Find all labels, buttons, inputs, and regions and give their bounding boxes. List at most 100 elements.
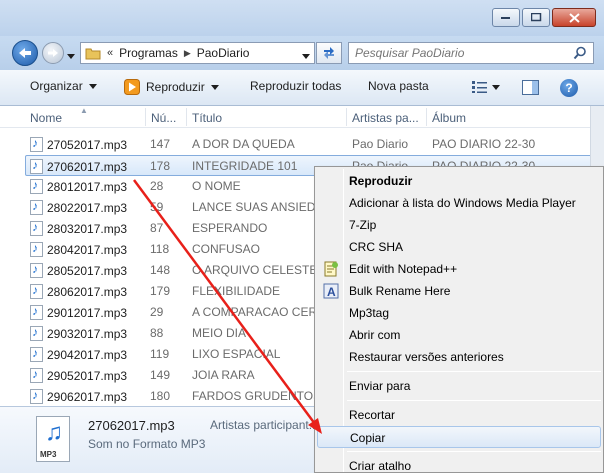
mp3-icon-label: MP3 <box>40 450 57 459</box>
file-number: 88 <box>150 326 164 340</box>
menu-item[interactable]: Criar atalho <box>317 455 601 473</box>
help-button[interactable]: ? <box>560 79 578 97</box>
file-number: 178 <box>150 159 171 173</box>
forward-button[interactable] <box>42 42 64 64</box>
column-name[interactable]: Nome <box>30 111 62 125</box>
minimize-button[interactable] <box>492 8 520 27</box>
search-icon[interactable] <box>573 46 587 60</box>
menu-item[interactable]: Enviar para <box>317 375 601 397</box>
file-number: 148 <box>150 263 171 277</box>
menu-item[interactable]: 7-Zip <box>317 214 601 236</box>
file-title: FARDOS GRUDENTOS <box>192 389 322 403</box>
menu-item-label: CRC SHA <box>349 240 404 254</box>
audio-file-icon <box>30 304 43 320</box>
menu-item-label: Criar atalho <box>349 459 412 473</box>
details-filetype: Som no Formato MP3 <box>88 437 206 451</box>
audio-file-icon <box>30 241 43 257</box>
menu-separator <box>347 371 601 372</box>
file-number: 87 <box>150 221 164 235</box>
search-input[interactable] <box>355 46 565 60</box>
menu-item[interactable]: Adicionar à lista do Windows Media Playe… <box>317 192 601 214</box>
breadcrumb-separator-icon[interactable]: ▶ <box>184 48 191 59</box>
new-folder-button[interactable]: Nova pasta <box>368 79 429 93</box>
file-row[interactable]: 27052017.mp3 147 A DOR DA QUEDA Pao Diario P… <box>26 134 594 155</box>
file-number: 28 <box>150 179 164 193</box>
file-title: A COMPARACAO CERT <box>192 305 325 319</box>
menu-item[interactable]: Edit with Notepad++ <box>317 258 601 280</box>
column-number[interactable]: Nú... <box>151 111 176 125</box>
audio-file-icon <box>30 388 43 404</box>
audio-file-icon <box>30 262 43 278</box>
title-bar <box>0 0 604 36</box>
command-bar: Organizar Reproduzir Reproduzir todas No… <box>0 70 604 106</box>
audio-file-icon <box>30 158 43 174</box>
menu-separator <box>347 451 601 452</box>
back-button[interactable] <box>12 40 38 66</box>
audio-file-icon <box>30 367 43 383</box>
menu-item-label: Abrir com <box>349 328 401 342</box>
file-name: 29032017.mp3 <box>47 326 128 341</box>
menu-item-label: Edit with Notepad++ <box>349 262 458 276</box>
view-details-icon <box>472 81 487 93</box>
file-number: 180 <box>150 389 171 403</box>
address-overflow[interactable]: « <box>107 47 113 59</box>
breadcrumb-paodiario[interactable]: PaoDiario <box>197 46 250 60</box>
menu-item[interactable]: Restaurar versões anteriores <box>317 346 601 368</box>
file-number: 119 <box>150 347 170 361</box>
menu-item-label: Adicionar à lista do Windows Media Playe… <box>349 196 576 210</box>
menu-item-label: Recortar <box>349 408 396 422</box>
file-name: 28052017.mp3 <box>47 263 128 278</box>
column-title[interactable]: Título <box>192 111 222 125</box>
close-button[interactable] <box>552 8 596 27</box>
file-name: 28062017.mp3 <box>47 284 128 299</box>
change-view-button[interactable] <box>472 81 500 93</box>
audio-file-icon <box>30 325 43 341</box>
play-button[interactable]: Reproduzir <box>124 79 219 95</box>
column-album[interactable]: Álbum <box>432 111 466 125</box>
play-all-button[interactable]: Reproduzir todas <box>250 79 341 93</box>
file-name: 29052017.mp3 <box>47 368 128 383</box>
menu-item[interactable]: Abrir com <box>317 324 601 346</box>
file-number: 179 <box>150 284 171 298</box>
file-name: 28032017.mp3 <box>47 221 128 236</box>
column-headers: ▲ Nome Nú... Título Artistas pa... Álbum <box>0 106 604 128</box>
play-label: Reproduzir <box>146 80 205 94</box>
address-bar[interactable]: « Programas ▶ PaoDiario <box>80 42 315 64</box>
search-box[interactable] <box>348 42 594 64</box>
refresh-button[interactable] <box>316 42 342 64</box>
bulk-rename-icon: A <box>323 283 339 299</box>
file-number: 59 <box>150 200 164 214</box>
mp3-file-icon: ♫ MP3 <box>36 416 70 462</box>
menu-item-label: Reproduzir <box>349 174 413 188</box>
refresh-icon <box>324 47 334 59</box>
file-title: LIXO ESPACIAL <box>192 347 281 361</box>
audio-file-icon <box>30 220 43 236</box>
menu-item[interactable]: Recortar <box>317 404 601 426</box>
menu-item[interactable]: Copiar <box>317 426 601 448</box>
column-artists[interactable]: Artistas pa... <box>352 111 419 125</box>
sort-ascending-icon: ▲ <box>80 106 88 115</box>
menu-item-label: 7-Zip <box>349 218 377 232</box>
menu-item[interactable]: Reproduzir <box>317 170 601 192</box>
back-arrow-icon <box>19 48 31 58</box>
file-title: CONFUSAO <box>192 242 261 256</box>
svg-text:A: A <box>327 285 336 299</box>
file-name: 28022017.mp3 <box>47 200 128 215</box>
file-name: 29062017.mp3 <box>47 389 128 404</box>
audio-file-icon <box>30 136 43 152</box>
details-filename: 27062017.mp3 <box>88 418 175 433</box>
file-name: 29042017.mp3 <box>47 347 128 362</box>
help-icon: ? <box>565 81 573 95</box>
file-title: FLEXIBILIDADE <box>192 284 281 298</box>
close-icon <box>568 12 580 23</box>
menu-item[interactable]: CRC SHA <box>317 236 601 258</box>
file-title: ESPERANDO <box>192 221 268 235</box>
recent-pages-dropdown[interactable] <box>67 48 75 62</box>
organize-button[interactable]: Organizar <box>30 79 97 93</box>
breadcrumb-programas[interactable]: Programas <box>119 46 178 60</box>
menu-item[interactable]: A Bulk Rename Here <box>317 280 601 302</box>
preview-pane-button[interactable] <box>522 80 540 99</box>
menu-item[interactable]: Mp3tag <box>317 302 601 324</box>
address-dropdown[interactable] <box>302 48 310 62</box>
maximize-button[interactable] <box>522 8 550 27</box>
